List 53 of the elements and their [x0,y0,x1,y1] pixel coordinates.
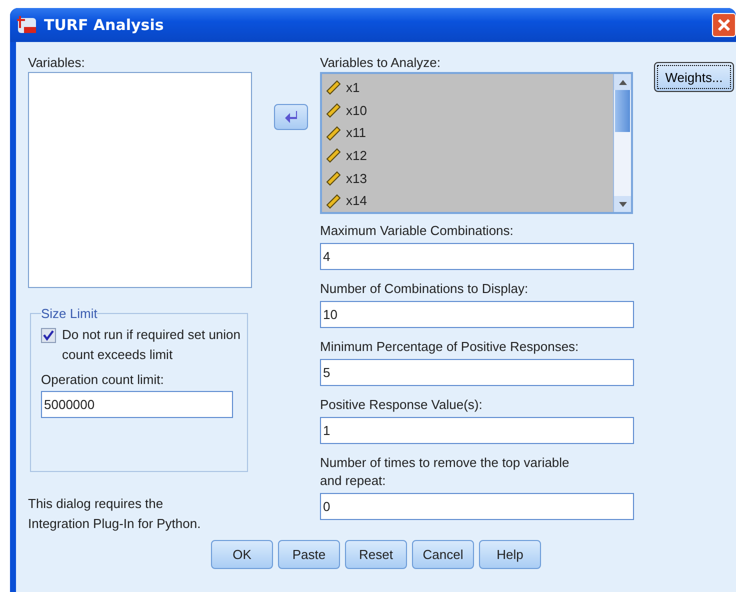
variable-item[interactable]: x11 [326,121,613,144]
variable-item[interactable]: x14 [326,189,613,212]
ruler-icon [326,79,342,96]
down-arrow-icon [618,202,626,206]
move-button[interactable] [274,104,308,130]
variables-label: Variables: [28,54,86,72]
variable-name: x13 [346,170,367,186]
ruler-icon [326,170,342,186]
dialog-button[interactable]: Help [479,540,541,569]
ruler-icon [326,147,342,164]
arrow-icon [284,111,298,123]
close-icon [717,18,731,32]
input-field[interactable]: 4 [320,243,634,270]
variable-item[interactable]: x10 [326,98,613,122]
check-icon [43,330,54,341]
variable-name: x14 [346,193,367,208]
checkbox-label: Do not run if required set union count exceeds limit [62,326,241,364]
input-field[interactable]: 5 [320,359,634,386]
dialog-button[interactable]: OK [211,540,273,569]
dialog-button[interactable]: Cancel [412,540,474,569]
input-field[interactable]: 1 [320,417,634,444]
variable-name: x10 [346,102,367,118]
field-label: Number of times to remove the top variable and repeat: [320,454,570,490]
checkbox[interactable] [41,328,56,343]
field-label: Positive Response Value(s): [320,396,484,414]
ruler-icon [326,124,342,141]
input-field[interactable]: 10 [320,301,634,328]
field-label: Number of Combinations to Display: [320,280,530,298]
input-field[interactable]: 0 [320,493,634,520]
field-label: Minimum Percentage of Positive Responses: [320,338,580,356]
up-arrow-icon [618,80,626,84]
app-icon [16,15,38,35]
variable-name: x12 [346,148,367,163]
scroll-bar[interactable] [613,74,631,212]
group-title: Size Limit [41,306,98,321]
variable-name: x11 [346,125,366,140]
variable-item[interactable]: x12 [326,144,613,167]
limit-field[interactable]: 5000000 [41,391,233,418]
analyze-label: Variables to Analyze: [320,54,442,72]
field-label: Maximum Variable Combinations: [320,222,514,240]
ruler-icon [326,102,342,118]
weights-button[interactable]: Weights... [654,62,734,92]
ruler-icon [326,192,342,209]
analyze-list[interactable]: x1 x10 x11 x12 x13 x14 [320,72,633,214]
window-title: TURF Analysis [44,16,165,34]
variable-item[interactable]: x13 [326,166,613,190]
limit-label: Operation count limit: [41,372,164,387]
variable-name: x1 [346,80,360,95]
variable-item[interactable]: x1 [326,76,613,99]
note-text: This dialog requires the Integration Plug-In for Python. [28,495,202,533]
dialog-button[interactable]: Reset [345,540,407,569]
dialog-button[interactable]: Paste [278,540,340,569]
close-button[interactable] [712,13,736,37]
